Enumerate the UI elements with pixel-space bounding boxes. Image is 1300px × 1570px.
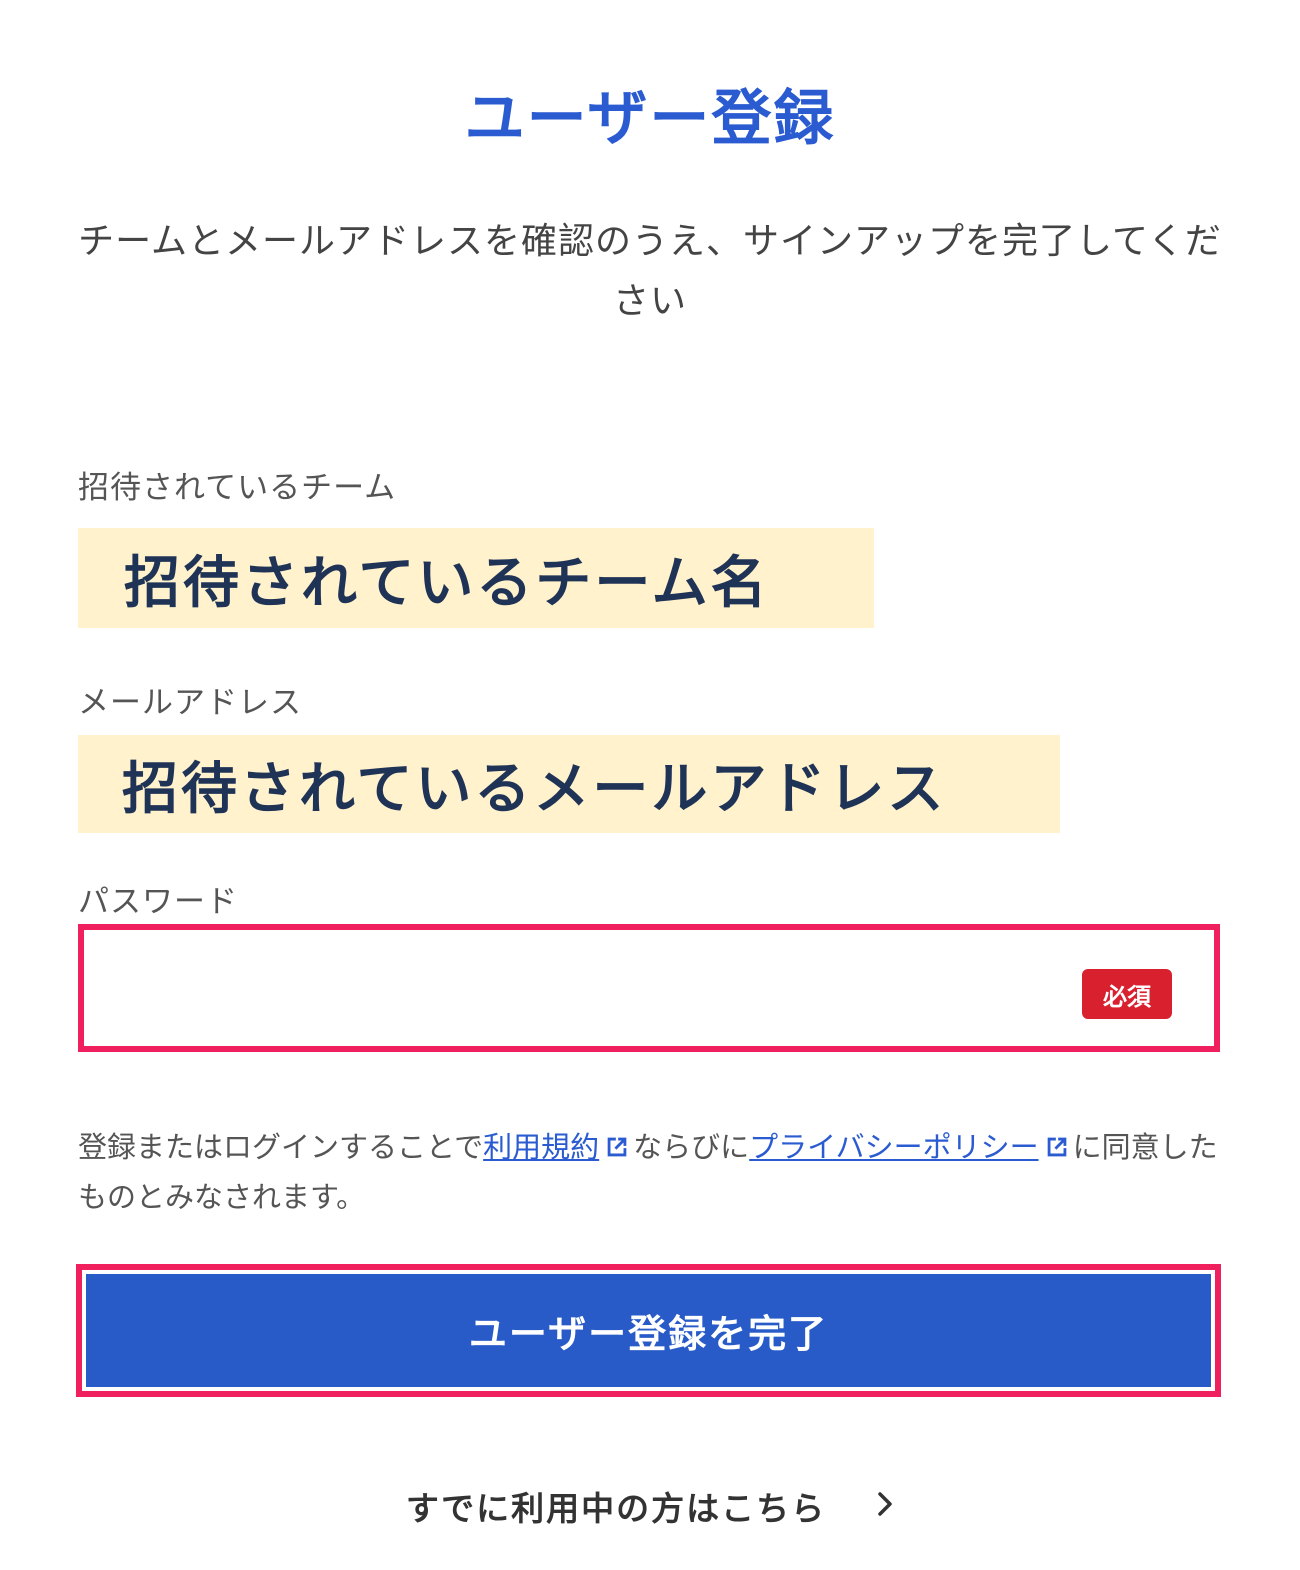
consent-prefix: 登録またはログインすることで: [78, 1130, 484, 1164]
password-input[interactable]: [98, 944, 1062, 1032]
email-label: メールアドレス: [78, 685, 302, 721]
team-name-value: 招待されているチーム名: [78, 528, 874, 628]
page-subtitle: チームとメールアドレスを確認のうえ、サインアップを完了してください: [78, 221, 1222, 322]
submit-button-outline: ユーザー登録を完了: [76, 1264, 1221, 1397]
consent-middle: ならびに: [633, 1130, 750, 1164]
privacy-policy-link[interactable]: プライバシーポリシー: [749, 1130, 1038, 1164]
complete-registration-button[interactable]: ユーザー登録を完了: [86, 1274, 1211, 1387]
password-field-container[interactable]: 必須: [78, 924, 1220, 1052]
chevron-right-icon: [876, 1487, 894, 1526]
page-title: ユーザー登録: [464, 84, 836, 154]
terms-link[interactable]: 利用規約: [483, 1130, 599, 1164]
team-label: 招待されているチーム: [78, 470, 397, 506]
external-link-icon: [1043, 1128, 1071, 1174]
required-badge: 必須: [1082, 969, 1172, 1019]
consent-text: 登録またはログインすることで利用規約 ならびにプライバシーポリシー に同意したものと…: [78, 1124, 1222, 1220]
email-value: 招待されているメールアドレス: [78, 735, 1060, 833]
password-label: パスワード: [78, 884, 238, 920]
external-link-icon: [603, 1128, 631, 1174]
login-link-label: すでに利用中の方はこちら: [405, 1489, 827, 1528]
existing-user-login-link[interactable]: すでに利用中の方はこちら: [0, 1482, 1300, 1530]
